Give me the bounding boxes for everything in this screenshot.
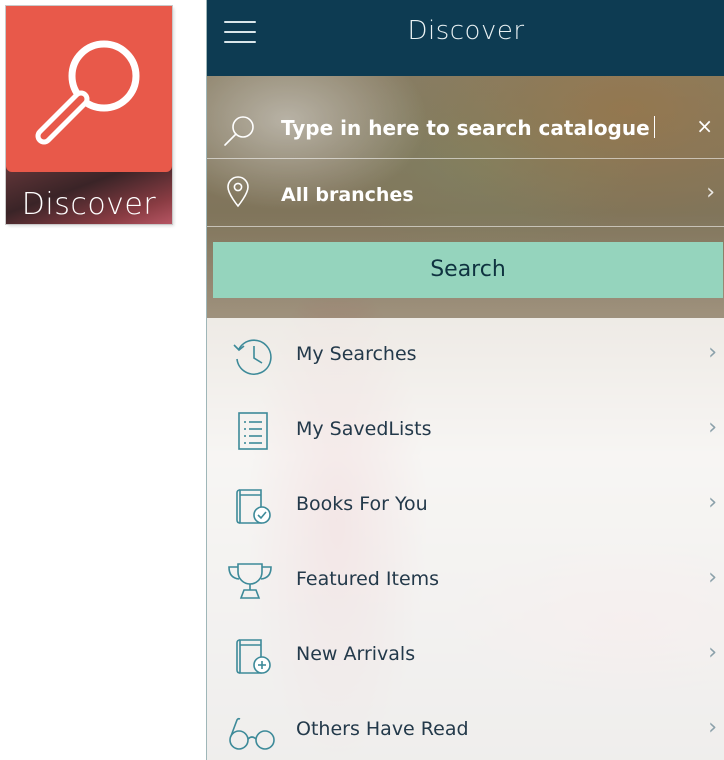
chevron-right-icon: › xyxy=(706,180,715,205)
tile-label: Discover xyxy=(21,187,157,222)
chevron-right-icon: › xyxy=(708,715,717,740)
chevron-right-icon: › xyxy=(708,565,717,590)
chevron-right-icon: › xyxy=(708,640,717,665)
menu-item-my-savedlists[interactable]: My SavedLists › xyxy=(207,393,724,468)
history-clock-icon xyxy=(233,339,272,375)
menu-item-label: My SavedLists xyxy=(296,418,432,440)
search-input[interactable]: Type in here to search catalogue × xyxy=(207,100,724,159)
menu-item-new-arrivals[interactable]: New Arrivals › xyxy=(207,618,724,693)
clear-search-icon[interactable]: × xyxy=(696,114,713,138)
menu-item-books-for-you[interactable]: Books For You › xyxy=(207,468,724,543)
discover-app-tile[interactable]: Discover xyxy=(6,6,172,224)
trophy-icon xyxy=(228,563,272,599)
list-document-icon xyxy=(238,412,268,450)
menu-item-my-searches[interactable]: My Searches › xyxy=(207,318,724,393)
branch-label: All branches xyxy=(281,184,414,206)
search-button[interactable]: Search xyxy=(213,242,723,298)
chevron-right-icon: › xyxy=(708,415,717,440)
menu-item-label: New Arrivals xyxy=(296,643,416,665)
book-check-icon xyxy=(236,489,271,524)
app-header: Discover xyxy=(207,0,724,76)
menu-item-featured-items[interactable]: Featured Items › xyxy=(207,543,724,618)
text-caret xyxy=(653,116,655,138)
magnifier-icon xyxy=(35,40,140,145)
page-title: Discover xyxy=(407,16,525,46)
search-placeholder: Type in here to search catalogue xyxy=(281,116,655,140)
search-icon xyxy=(224,116,254,146)
chevron-right-icon: › xyxy=(708,340,717,365)
tile-icon-area xyxy=(6,6,172,172)
glasses-icon xyxy=(229,717,275,750)
menu-item-label: My Searches xyxy=(296,343,417,365)
book-plus-icon xyxy=(236,639,271,674)
location-pin-icon xyxy=(227,176,249,208)
menu-item-label: Featured Items xyxy=(296,568,440,590)
menu-item-label: Others Have Read xyxy=(296,718,469,740)
menu-item-others-have-read[interactable]: Others Have Read › xyxy=(207,693,724,760)
chevron-right-icon: › xyxy=(708,490,717,515)
menu-item-label: Books For You xyxy=(296,493,428,515)
discover-menu: My Searches › My SavedLists › Books For … xyxy=(207,318,724,760)
discover-screen: Discover Type in here to search catalogu… xyxy=(206,0,724,760)
branch-selector[interactable]: All branches › xyxy=(207,160,724,227)
